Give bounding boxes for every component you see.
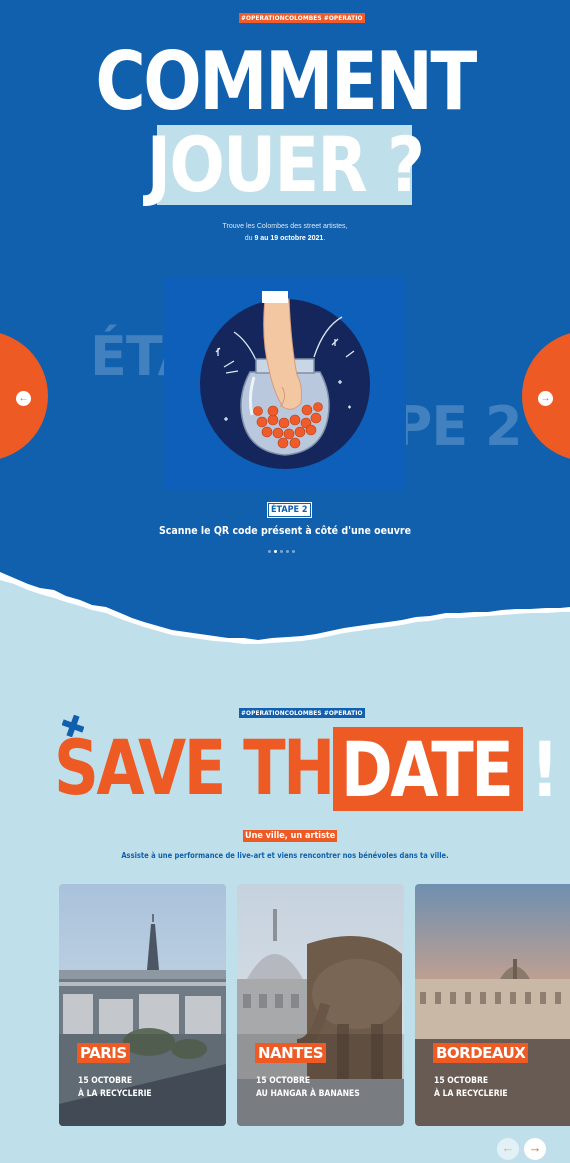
next-arrow-icon[interactable]: → (524, 1138, 546, 1160)
event-date: 15 OCTOBRE À LA RECYCLERIE (78, 1076, 152, 1099)
prev-arrow-icon[interactable]: ← (497, 1138, 519, 1160)
hashtag-banner: #OPERATIONCOLOMBES #OPERATIO (239, 13, 365, 23)
section-description: Assiste à une performance de live-art et… (121, 851, 449, 860)
title-comment: COMMENT (95, 35, 477, 128)
event-city: PARIS (77, 1043, 130, 1063)
event-city: NANTES (255, 1043, 326, 1063)
arrow-right-icon[interactable]: → (538, 391, 553, 406)
event-card-nantes[interactable]: NANTES 15 OCTOBRE AU HANGAR À BANANES (237, 884, 404, 1126)
carousel-dot[interactable] (292, 550, 295, 553)
carousel-dot[interactable] (268, 550, 271, 553)
step-illustration-card (164, 277, 406, 489)
hashtag-banner-bottom: #OPERATIONCOLOMBES #OPERATIO (239, 708, 365, 718)
save-the-title: SAVE THE (54, 723, 375, 812)
event-card-paris[interactable]: PARIS 15 OCTOBRE À LA RECYCLERIE (59, 884, 226, 1126)
event-date: 15 OCTOBRE AU HANGAR À BANANES (256, 1076, 360, 1099)
date-title: DATE ! (341, 725, 559, 814)
event-city: BORDEAUX (433, 1043, 529, 1063)
step-label: ÉTAPE 2 (267, 502, 312, 518)
jar-illustration (200, 291, 370, 469)
subtitle-tag: Une ville, un artiste (243, 830, 338, 842)
carousel-dots (268, 550, 295, 553)
title-jouer: JOUER ? (146, 120, 425, 209)
event-date: 15 OCTOBRE À LA RECYCLERIE (434, 1076, 508, 1099)
event-card-bordeaux[interactable]: BORDEAUX 15 OCTOBRE À LA RECYCLERIE (415, 884, 570, 1126)
torn-paper-divider (0, 572, 570, 650)
arrow-left-icon[interactable]: ← (16, 391, 31, 406)
intro-text: Trouve les Colombes des street artistes, (222, 223, 348, 230)
carousel-dot-active[interactable] (274, 550, 277, 553)
carousel-dot[interactable] (286, 550, 289, 553)
carousel-dot[interactable] (280, 550, 283, 553)
step-description: Scanne le QR code présent à côté d'une o… (159, 525, 411, 537)
how-to-play-section: #OPERATIONCOLOMBES #OPERATIO COMMENT JOU… (0, 0, 570, 650)
intro-dates: du 9 au 19 octobre 2021. (244, 235, 326, 242)
